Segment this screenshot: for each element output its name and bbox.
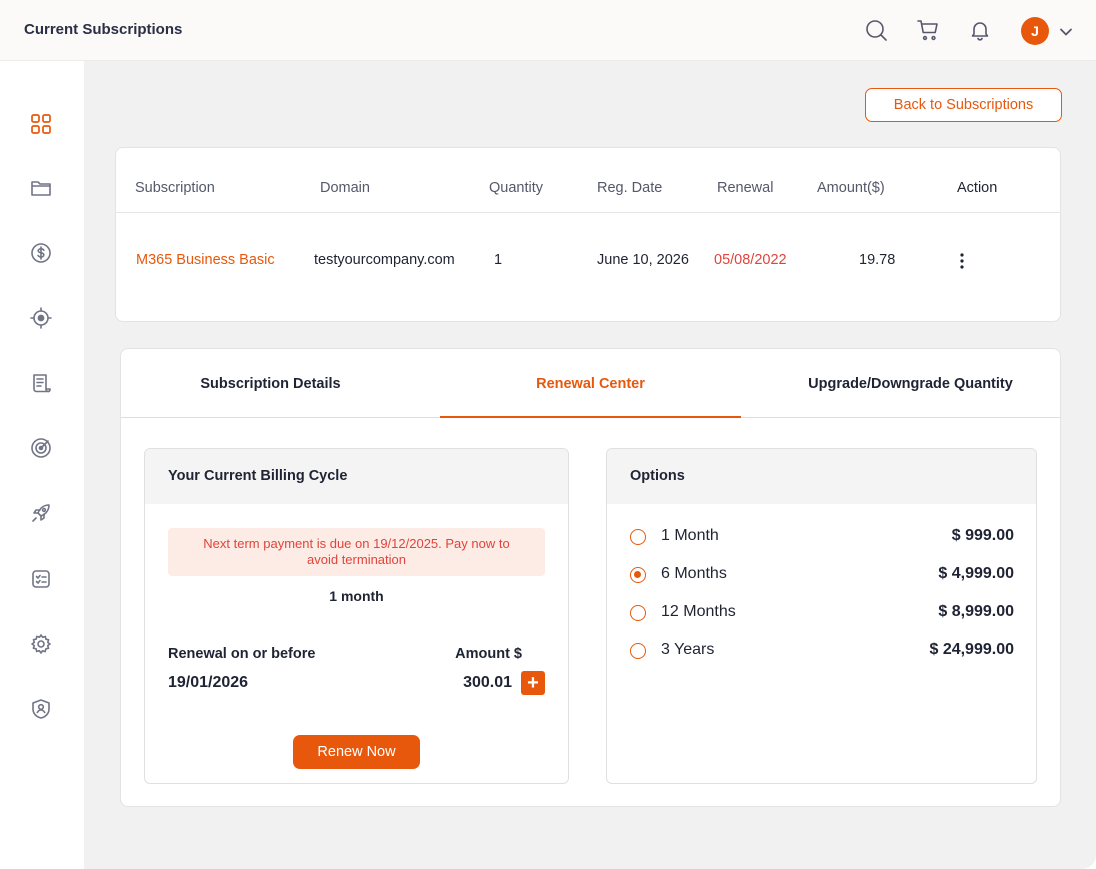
quantity-cell: 1	[494, 252, 503, 268]
shield-icon[interactable]	[30, 698, 52, 720]
option-12-months[interactable]: 12 Months $ 8,999.00	[630, 601, 1014, 625]
subscription-table: Subscription Domain Quantity Reg. Date R…	[115, 147, 1061, 322]
cart-icon[interactable]	[916, 18, 940, 42]
option-price: $ 8,999.00	[938, 603, 1014, 620]
checklist-icon[interactable]	[30, 568, 52, 590]
tab-subscription-details[interactable]: Subscription Details	[121, 349, 420, 418]
main-content: Back to Subscriptions Subscription Domai…	[84, 61, 1096, 869]
scroll-icon[interactable]	[30, 372, 52, 394]
column-header-quantity: Quantity	[489, 180, 543, 196]
add-amount-button[interactable]: +	[521, 671, 545, 695]
column-header-subscription: Subscription	[135, 180, 215, 196]
active-tab-indicator	[440, 416, 741, 418]
option-label: 6 Months	[661, 565, 727, 582]
bell-icon[interactable]	[968, 18, 992, 42]
billing-cycle-title: Your Current Billing Cycle	[145, 449, 568, 504]
subscription-name-link[interactable]: M365 Business Basic	[136, 252, 275, 268]
column-header-domain: Domain	[320, 180, 370, 196]
folder-icon[interactable]	[30, 177, 52, 199]
amount-cell: 19.78	[859, 252, 896, 268]
option-price: $ 999.00	[951, 527, 1014, 544]
option-radio[interactable]	[630, 605, 646, 621]
billing-cycle-panel: Your Current Billing Cycle Next term pay…	[144, 448, 569, 784]
option-label: 12 Months	[661, 603, 736, 620]
column-header-reg-date: Reg. Date	[597, 180, 663, 196]
option-label: 3 Years	[661, 641, 715, 658]
column-header-action: Action	[957, 180, 998, 196]
option-label: 1 Month	[661, 527, 719, 544]
tab-upgrade-downgrade-quantity[interactable]: Upgrade/Downgrade Quantity	[761, 349, 1060, 418]
billing-cycle-value: 1 month	[329, 588, 384, 604]
radar-icon[interactable]	[30, 437, 52, 459]
table-divider	[116, 212, 1060, 213]
search-icon[interactable]	[864, 18, 888, 42]
page-title: Current Subscriptions	[24, 21, 183, 38]
payment-due-alert: Next term payment is due on 19/12/2025. …	[168, 528, 545, 576]
option-6-months[interactable]: 6 Months $ 4,999.00	[630, 563, 1014, 587]
back-to-subscriptions-button[interactable]: Back to Subscriptions	[865, 88, 1062, 122]
top-bar: Current Subscriptions J	[0, 0, 1096, 61]
option-1-month[interactable]: 1 Month $ 999.00	[630, 525, 1014, 549]
dashboard-icon[interactable]	[30, 113, 52, 135]
chevron-down-icon[interactable]	[1058, 24, 1074, 40]
column-header-amount: Amount($)	[817, 180, 885, 196]
avatar[interactable]: J	[1021, 17, 1049, 45]
option-price: $ 4,999.00	[938, 565, 1014, 582]
renewal-label: Renewal on or before	[168, 646, 316, 662]
rocket-icon[interactable]	[30, 502, 52, 524]
renewal-date-value: 19/01/2026	[168, 674, 249, 691]
option-price: $ 24,999.00	[929, 641, 1014, 658]
option-radio[interactable]	[630, 643, 646, 659]
option-radio[interactable]	[630, 529, 646, 545]
column-header-renewal: Renewal	[717, 180, 774, 196]
amount-label: Amount $	[455, 646, 522, 662]
gear-icon[interactable]	[30, 633, 52, 655]
renewal-date-cell: 05/08/2022	[714, 252, 787, 268]
domain-cell: testyourcompany.com	[314, 252, 455, 268]
subscription-tabs-card: Subscription Details Renewal Center Upgr…	[120, 348, 1061, 807]
target-icon[interactable]	[30, 307, 52, 329]
option-3-years[interactable]: 3 Years $ 24,999.00	[630, 639, 1014, 663]
dollar-icon[interactable]	[30, 242, 52, 264]
sidebar	[0, 61, 84, 869]
renew-now-button[interactable]: Renew Now	[293, 735, 420, 769]
options-panel: Options 1 Month $ 999.00 6 Months $ 4,99…	[606, 448, 1037, 784]
amount-value: 300.01	[463, 674, 512, 691]
option-radio[interactable]	[630, 567, 646, 583]
more-actions-icon[interactable]	[956, 251, 968, 271]
reg-date-cell: June 10, 2026	[597, 252, 689, 268]
tab-renewal-center[interactable]: Renewal Center	[440, 349, 741, 418]
options-title: Options	[607, 449, 1036, 504]
